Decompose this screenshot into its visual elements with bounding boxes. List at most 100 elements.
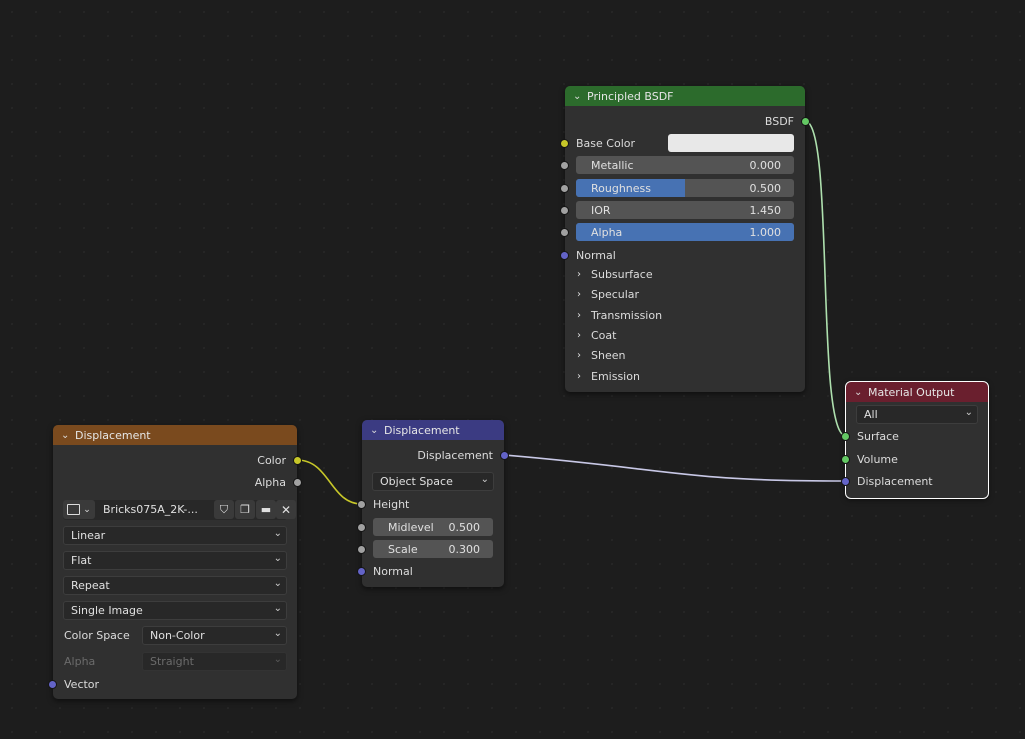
chevron-right-icon: › xyxy=(577,310,581,321)
node-title: Material Output xyxy=(868,385,955,399)
roughness-field[interactable]: Roughness 0.500 xyxy=(576,179,794,197)
field-value: 1.450 xyxy=(749,203,782,217)
displacement-node[interactable]: ⌄ Displacement Displacement Object Space… xyxy=(357,420,509,587)
output-label: Color xyxy=(257,453,286,467)
material-output-header[interactable]: ⌄ Material Output xyxy=(846,382,988,402)
chevron-right-icon: › xyxy=(577,330,581,341)
field-label: Roughness xyxy=(591,181,652,195)
input-displacement-row: Displacement xyxy=(841,471,988,491)
input-normal-row: Normal xyxy=(357,561,504,581)
chevron-down-icon[interactable]: ⌄ xyxy=(573,91,587,102)
dropdown-value: Straight xyxy=(150,655,194,668)
space-dropdown[interactable]: Object Space ⌄ xyxy=(372,472,494,491)
surface-input-socket[interactable] xyxy=(841,431,850,441)
principled-bsdf-node[interactable]: ⌄ Principled BSDF BSDF Base Color Metall… xyxy=(560,86,810,392)
volume-input-socket[interactable] xyxy=(841,454,850,464)
input-base-color-row: Base Color xyxy=(560,133,805,153)
alpha-input-socket[interactable] xyxy=(560,227,569,237)
chevron-right-icon: › xyxy=(577,350,581,361)
panel-coat[interactable]: › Coat xyxy=(577,329,616,342)
folder-icon: ▬ xyxy=(260,503,272,516)
chevron-down-icon[interactable]: ⌄ xyxy=(370,425,384,436)
chevron-down-icon[interactable]: ⌄ xyxy=(61,430,75,441)
displacement-header[interactable]: ⌄ Displacement xyxy=(362,420,504,440)
metallic-input-socket[interactable] xyxy=(560,160,569,170)
fake-user-button[interactable]: ⛉ xyxy=(214,500,234,519)
principled-bsdf-header[interactable]: ⌄ Principled BSDF xyxy=(565,86,805,106)
chevron-right-icon: › xyxy=(577,269,581,280)
link-bsdf-to-surface[interactable] xyxy=(804,120,847,437)
chevron-down-icon: ⌄ xyxy=(273,578,282,589)
scale-input-socket[interactable] xyxy=(357,544,366,554)
field-label: Scale xyxy=(388,542,418,556)
displacement-output-socket[interactable] xyxy=(500,450,509,460)
vector-input-socket[interactable] xyxy=(48,679,57,689)
panel-label: Sheen xyxy=(591,349,626,362)
bsdf-output-socket[interactable] xyxy=(801,116,810,126)
field-value: 1.000 xyxy=(749,225,782,239)
scale-field[interactable]: Scale 0.300 xyxy=(373,540,493,558)
link-color-to-height[interactable] xyxy=(296,459,363,505)
output-label: BSDF xyxy=(764,114,794,128)
unlink-image-button[interactable]: ✕ xyxy=(276,500,296,519)
input-surface-row: Surface xyxy=(841,426,988,446)
target-dropdown[interactable]: All ⌄ xyxy=(856,405,978,424)
field-value: 0.500 xyxy=(448,520,481,534)
input-volume-row: Volume xyxy=(841,449,988,469)
alpha-mode-label: Alpha xyxy=(64,655,96,668)
displacement-input-socket[interactable] xyxy=(841,476,850,486)
ior-field[interactable]: IOR 1.450 xyxy=(576,201,794,219)
duplicate-image-button[interactable]: ❐ xyxy=(235,500,255,519)
image-texture-node[interactable]: ⌄ Displacement Color Alpha ⌄ Bricks075A_… xyxy=(48,425,302,699)
output-bsdf-row: BSDF xyxy=(565,111,810,131)
source-dropdown[interactable]: Single Image ⌄ xyxy=(63,601,287,620)
image-browse-button[interactable]: ⌄ xyxy=(63,500,95,519)
dropdown-value: Object Space xyxy=(380,475,453,488)
output-alpha-row: Alpha xyxy=(53,472,302,492)
panel-specular[interactable]: › Specular xyxy=(577,288,639,301)
color-output-socket[interactable] xyxy=(293,455,302,465)
normal-input-socket[interactable] xyxy=(560,250,569,260)
panel-label: Transmission xyxy=(591,309,663,322)
image-icon xyxy=(67,504,81,515)
color-space-label: Color Space xyxy=(64,629,130,642)
shield-icon: ⛉ xyxy=(219,502,229,516)
field-label: Metallic xyxy=(591,158,634,172)
input-label: Height xyxy=(373,497,410,511)
duplicate-icon: ❐ xyxy=(240,503,250,516)
roughness-input-socket[interactable] xyxy=(560,183,569,193)
material-output-node[interactable]: ⌄ Material Output All ⌄ Surface Volume D… xyxy=(841,381,989,499)
midlevel-field[interactable]: Midlevel 0.500 xyxy=(373,518,493,536)
height-input-socket[interactable] xyxy=(357,499,366,509)
color-space-dropdown[interactable]: Non-Color ⌄ xyxy=(142,626,287,645)
panel-transmission[interactable]: › Transmission xyxy=(577,309,662,322)
metallic-field[interactable]: Metallic 0.000 xyxy=(576,156,794,174)
field-label: IOR xyxy=(591,203,611,217)
node-title: Displacement xyxy=(384,423,460,437)
link-displacement-to-output[interactable] xyxy=(503,454,847,482)
interpolation-dropdown[interactable]: Linear ⌄ xyxy=(63,526,287,545)
output-label: Displacement xyxy=(417,448,493,462)
ior-input-socket[interactable] xyxy=(560,205,569,215)
panel-label: Emission xyxy=(591,370,640,383)
image-name-field[interactable]: Bricks075A_2K-... xyxy=(103,503,198,516)
panel-subsurface[interactable]: › Subsurface xyxy=(577,268,653,281)
field-value: 0.500 xyxy=(749,181,782,195)
normal-input-socket[interactable] xyxy=(357,566,366,576)
alpha-output-socket[interactable] xyxy=(293,477,302,487)
alpha-field[interactable]: Alpha 1.000 xyxy=(576,223,794,241)
input-label: Displacement xyxy=(857,474,933,488)
open-image-button[interactable]: ▬ xyxy=(256,500,276,519)
chevron-down-icon: ⌄ xyxy=(273,654,282,665)
panel-emission[interactable]: › Emission xyxy=(577,370,640,383)
chevron-down-icon[interactable]: ⌄ xyxy=(854,387,868,398)
dropdown-value: Linear xyxy=(71,529,106,542)
extension-dropdown[interactable]: Repeat ⌄ xyxy=(63,576,287,595)
projection-dropdown[interactable]: Flat ⌄ xyxy=(63,551,287,570)
base-color-swatch[interactable] xyxy=(668,134,794,152)
midlevel-input-socket[interactable] xyxy=(357,522,366,532)
image-texture-header[interactable]: ⌄ Displacement xyxy=(53,425,297,445)
panel-sheen[interactable]: › Sheen xyxy=(577,349,625,362)
chevron-down-icon: ⌄ xyxy=(273,553,282,564)
base-color-input-socket[interactable] xyxy=(560,138,569,148)
